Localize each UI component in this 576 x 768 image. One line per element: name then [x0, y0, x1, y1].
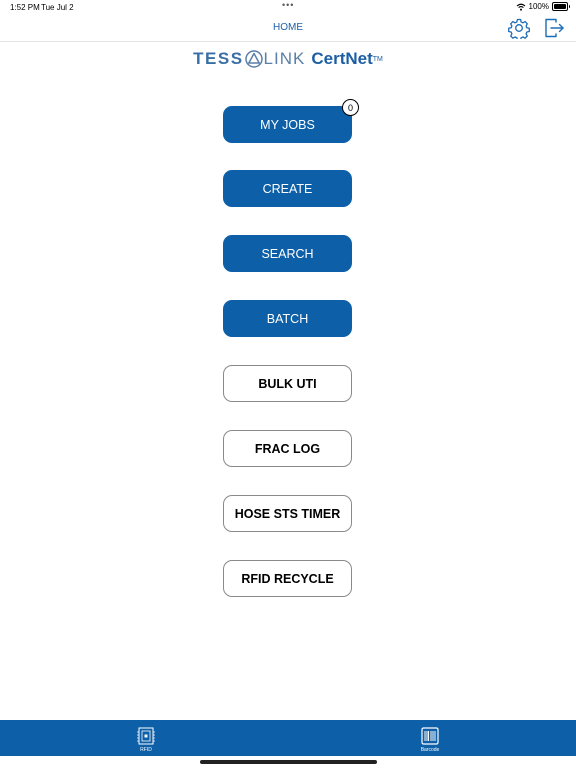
my-jobs-button[interactable]: MY JOBS	[223, 106, 352, 143]
frac-log-button[interactable]: FRAC LOG	[223, 430, 352, 467]
logo-brand-right: LINK	[263, 49, 306, 68]
battery-icon	[552, 2, 570, 11]
create-label: CREATE	[262, 181, 313, 196]
tessalink-certnet-logo: TESS LINK CertNet TM	[0, 49, 576, 69]
logo-product: CertNet	[311, 49, 373, 68]
logout-button[interactable]	[543, 17, 565, 39]
rfid-chip-icon	[137, 727, 155, 745]
search-label: SEARCH	[261, 246, 314, 261]
tab-bar: RFID Barcode	[0, 720, 576, 756]
my-jobs-label: MY JOBS	[260, 117, 315, 132]
frac-log-label: FRAC LOG	[254, 441, 321, 456]
gear-icon	[508, 18, 530, 41]
settings-button[interactable]	[508, 17, 530, 41]
my-jobs-count-badge: 0	[342, 99, 359, 116]
bulk-uti-button[interactable]: BULK UTI	[223, 365, 352, 402]
logo-brand-left: TESS	[193, 49, 244, 68]
status-time: 1:52 PM	[10, 3, 40, 12]
hose-sts-timer-button[interactable]: HOSE STS TIMER	[223, 495, 352, 532]
batch-label: BATCH	[266, 311, 309, 326]
tab-rfid-label: RFID	[140, 747, 152, 753]
rfid-recycle-button[interactable]: RFID RECYCLE	[223, 560, 352, 597]
battery-percent: 100%	[528, 2, 549, 11]
multitasking-dots[interactable]: •••	[282, 0, 294, 10]
logo-trademark: TM	[372, 55, 383, 63]
battery-fill	[554, 4, 566, 9]
tab-barcode-label: Barcode	[420, 747, 440, 753]
search-button[interactable]: SEARCH	[223, 235, 352, 272]
page-title: HOME	[273, 22, 303, 33]
navigation-bar: HOME	[0, 14, 576, 42]
status-date: Tue Jul 2	[41, 3, 74, 12]
tab-barcode[interactable]: Barcode	[410, 726, 450, 753]
status-right: 100%	[516, 2, 570, 11]
home-indicator	[200, 760, 377, 764]
logo-triangle-icon	[244, 50, 263, 68]
status-bar: 1:52 PM Tue Jul 2 ••• 100%	[0, 0, 576, 14]
batch-button[interactable]: BATCH	[223, 300, 352, 337]
create-button[interactable]: CREATE	[223, 170, 352, 207]
rfid-recycle-label: RFID RECYCLE	[241, 571, 334, 586]
logout-icon	[545, 18, 564, 38]
bulk-uti-label: BULK UTI	[258, 376, 317, 391]
wifi-icon	[516, 3, 525, 11]
hose-sts-timer-label: HOSE STS TIMER	[234, 506, 341, 521]
tab-rfid[interactable]: RFID	[126, 726, 166, 753]
barcode-icon	[421, 727, 439, 745]
